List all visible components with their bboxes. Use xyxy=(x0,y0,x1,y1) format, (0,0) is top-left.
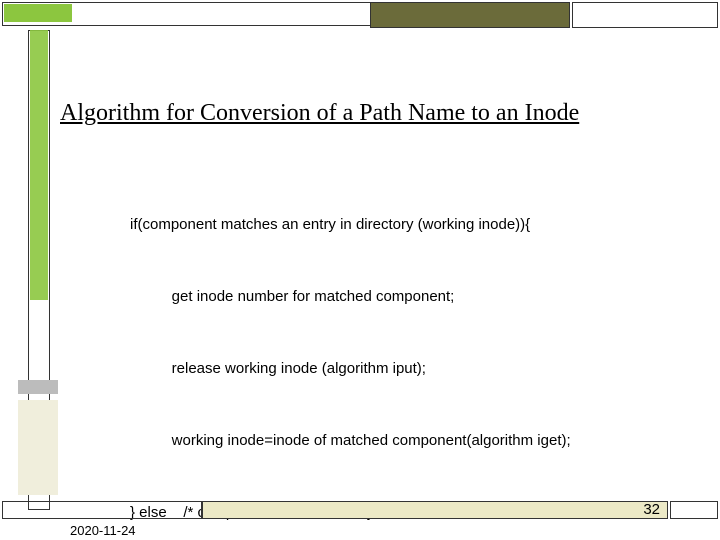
content-area: Algorithm for Conversion of a Path Name … xyxy=(60,40,700,480)
left-grey-block xyxy=(18,380,58,394)
code-line: release working inode (algorithm iput); xyxy=(130,357,700,381)
slide-title: Algorithm for Conversion of a Path Name … xyxy=(60,100,700,127)
footer-date: 2020-11-24 xyxy=(70,523,136,538)
bottom-cream-block xyxy=(202,501,668,519)
top-khaki-block xyxy=(370,2,570,28)
top-border-right xyxy=(572,2,718,28)
code-line: if(component matches an entry in directo… xyxy=(130,213,700,237)
bottom-border-left xyxy=(2,501,202,519)
page-number: 32 xyxy=(643,501,660,518)
bottom-decoration xyxy=(2,501,718,519)
left-decoration xyxy=(8,30,56,510)
code-line: working inode=inode of matched component… xyxy=(130,429,700,453)
bottom-border-right xyxy=(670,501,718,519)
top-green-block xyxy=(4,4,72,22)
code-line: get inode number for matched component; xyxy=(130,285,700,309)
algorithm-code: if(component matches an entry in directo… xyxy=(70,165,700,540)
top-decoration xyxy=(0,0,720,30)
bottom-bar: 2020-11-24 xyxy=(0,520,720,540)
slide: Algorithm for Conversion of a Path Name … xyxy=(0,0,720,540)
left-light-block xyxy=(18,400,58,495)
left-green-block xyxy=(30,30,48,300)
